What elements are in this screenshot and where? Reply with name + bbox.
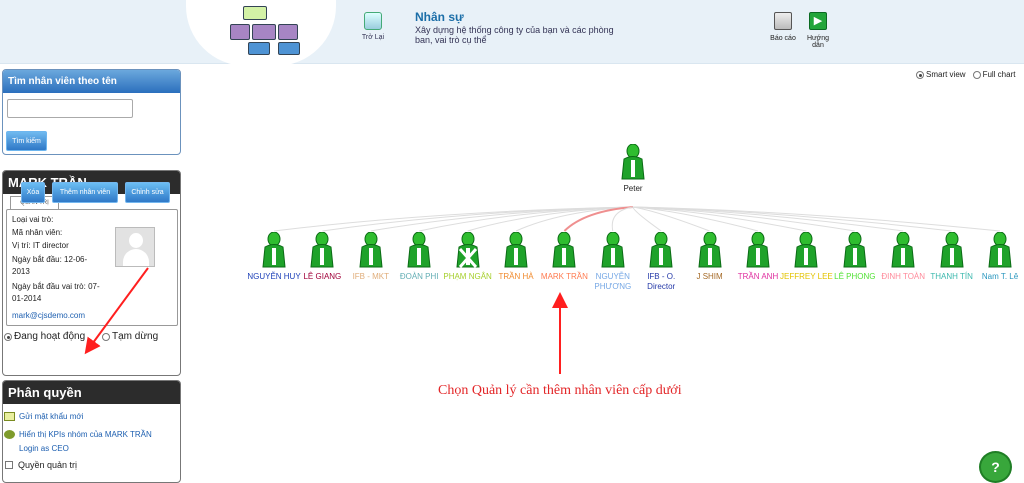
employee-name: IFB - O. Director [647,272,676,291]
person-icon [621,144,645,180]
position-value: IT director [32,241,69,250]
active-status-label: Đang hoạt động [14,331,86,342]
smart-view-option[interactable]: Smart view [916,70,966,79]
report-icon [774,12,792,30]
employee-name: IFB - MKT [352,272,390,281]
full-chart-label: Full chart [982,70,1016,79]
org-chart-logo [228,6,300,58]
person-icon [456,232,480,268]
person-icon [988,232,1012,268]
login-as-ceo-link[interactable]: Login as CEO [19,444,69,454]
radio-selected-icon [4,332,12,341]
team-kpi-label: Hiển thị KPIs nhóm của MARK TRẦN [19,430,152,439]
position-label: Vị trí: [12,241,31,250]
guide-button[interactable]: ▶ Hướng dẫn [803,12,833,49]
role-start-info: Ngày bắt đầu vai trò: 07-01-2014 [12,281,108,305]
employee-name: NGUYỄN PHƯƠNG [594,272,632,291]
employee-name: NGUYỄN HUY [247,272,301,281]
send-password-label: Gửi mật khẩu mới [19,412,84,421]
search-panel-title: Tìm nhân viên theo tên [3,70,180,93]
organization-chart: Peter NGUYỄN HUY LÊ GIANG IFB - MKT ĐOÀN… [185,80,1024,398]
person-icon [843,232,867,268]
employee-name: JEFFREY LEE [780,272,833,281]
employee-name: LÊ GIANG [303,272,342,281]
person-icon [552,232,576,268]
start-date-label: Ngày bắt đầu: [12,255,62,264]
employee-name: THANH TÍN [930,272,973,281]
person-icon [746,232,770,268]
person-icon [794,232,818,268]
employee-name: J SHIM [696,272,723,281]
permissions-title: Phân quyền [3,381,180,404]
help-chat-button[interactable]: ? [979,451,1012,483]
person-icon [407,232,431,268]
active-status-radio[interactable]: Đang hoạt động [4,331,85,342]
employee-name: MARK TRẦN [540,272,588,281]
paused-status-label: Tạm dừng [112,331,159,342]
edit-employee-button[interactable]: Chỉnh sửa [125,182,170,203]
page-subtitle: Xây dựng hệ thống công ty của bạn và các… [415,25,614,45]
radio-selected-icon [916,70,924,79]
users-icon [4,430,15,439]
person-icon [601,232,625,268]
chart-connector-line [611,206,634,232]
back-button[interactable]: Trở Lại [358,12,388,41]
employee-name: ĐOÀN PHI [399,272,439,281]
chart-connector-line [632,206,662,232]
guide-label: Hướng dẫn [806,35,830,49]
report-button[interactable]: Báo cáo [767,12,799,42]
employee-search-input[interactable] [7,99,133,118]
back-label: Trở Lại [361,34,385,41]
role-start-label: Ngày bắt đầu vai trò: [12,282,86,291]
root-employee-name: Peter [623,184,643,193]
person-icon [359,232,383,268]
radio-icon [972,70,981,79]
position-info: Vị trí: IT director [12,240,69,252]
start-date-info: Ngày bắt đầu: 12-06-2013 [12,254,104,278]
person-icon [310,232,334,268]
back-icon [364,12,382,30]
employee-name: PHẠM NGÂN [443,272,492,281]
report-label: Báo cáo [770,35,796,42]
employee-name: ĐINH TOÀN [881,272,926,281]
play-icon: ▶ [809,12,827,30]
smart-view-label: Smart view [926,70,966,79]
employee-info-box: Loại vai trò: Mã nhân viên: Vị trí: IT d… [6,209,178,326]
top-toolbar: Trở Lại Nhân sự Xây dựng hệ thống công t… [0,0,1024,66]
avatar [115,227,155,267]
add-employee-button[interactable]: Thêm nhân viên [52,182,118,203]
key-icon [4,412,15,421]
person-icon [891,232,915,268]
paused-status-radio[interactable]: Tạm dừng [102,331,158,342]
employee-name: Nam T. Lê [981,272,1019,281]
employee-name: TRẦN ANH [737,272,779,281]
employee-name: LÊ PHONG [834,272,876,281]
employee-code-label: Mã nhân viên: [12,228,63,237]
chart-connector-line [322,206,634,232]
send-password-link[interactable]: Gửi mật khẩu mới [4,412,83,422]
chart-connector-line [563,206,634,232]
checkbox-icon [5,461,13,469]
full-chart-option[interactable]: Full chart [972,70,1016,79]
person-icon [940,232,964,268]
chat-question-icon: ? [991,459,1000,475]
employee-node[interactable]: Nam T. Lê [972,232,1024,282]
chart-view-toggle: Smart view Full chart [916,70,1015,79]
person-icon [504,232,528,268]
radio-icon [102,332,110,341]
person-icon [649,232,673,268]
employee-name: TRẦN HÀ [498,272,534,281]
role-type-label: Loại vai trò: [12,215,54,224]
admin-permission-checkbox[interactable]: Quyền quản trị [5,460,77,470]
person-icon [262,232,286,268]
page-title: Nhân sự [415,10,464,24]
team-kpi-link[interactable]: Hiển thị KPIs nhóm của MARK TRẦN [4,430,169,440]
person-icon [698,232,722,268]
employee-email[interactable]: mark@cjsdemo.com [12,311,85,320]
instruction-caption: Chọn Quản lý cần thêm nhân viên cấp dưới [438,383,682,398]
delete-employee-button[interactable]: Xóa [21,182,45,203]
root-employee-peter[interactable]: Peter [605,144,661,194]
search-button[interactable]: Tìm kiếm [6,131,47,151]
admin-permission-label: Quyền quản trị [18,460,78,470]
